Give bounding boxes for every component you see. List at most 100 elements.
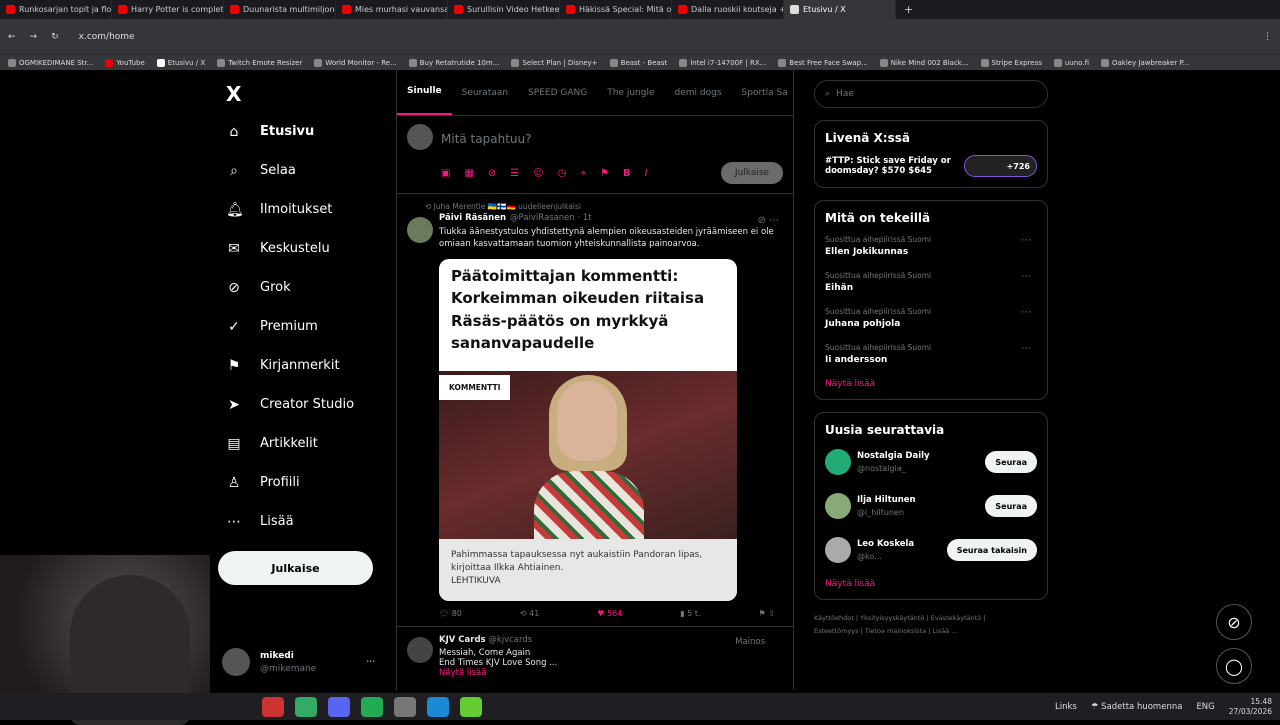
follow-suggestion[interactable]: Nostalgia Daily @nostalgia_ Seuraa bbox=[825, 447, 1037, 477]
bold-icon[interactable]: B bbox=[623, 168, 631, 179]
poll-icon[interactable]: ☰ bbox=[510, 168, 519, 179]
reload-icon[interactable]: ↻ bbox=[51, 32, 59, 42]
bookmark-item[interactable]: Best Free Face Swap... bbox=[778, 58, 868, 67]
like-button[interactable]: ♥ 564 bbox=[597, 609, 622, 618]
tab-following[interactable]: Seurataan bbox=[452, 70, 518, 115]
bookmark-item[interactable]: World Monitor - Re... bbox=[314, 58, 397, 67]
bookmark-item[interactable]: uuno.fi bbox=[1053, 58, 1089, 67]
trend-item[interactable]: Suosittua aihepiirissä Suomi Eihän ⋯ bbox=[825, 271, 1037, 293]
footer-link[interactable]: Lisää ... bbox=[932, 627, 957, 635]
more-icon[interactable]: ⋯ bbox=[1021, 343, 1031, 354]
opera-icon[interactable] bbox=[262, 696, 284, 717]
tweet[interactable]: Päivi Räsänen @PaiviRasanen · 1t ⊘ ⋯ Tiu… bbox=[397, 211, 793, 626]
forward-icon[interactable]: → bbox=[30, 32, 38, 42]
tab-list[interactable]: Sportla Sa bbox=[732, 70, 793, 115]
weather-widget[interactable]: ☂ Sadetta huomenna bbox=[1091, 702, 1183, 712]
nav-item-more[interactable]: ⋯ Lisää bbox=[218, 502, 388, 541]
bookmark-item[interactable]: Beast - Beast bbox=[609, 58, 667, 67]
bookmark-item[interactable]: Nike Mind 002 Black... bbox=[879, 58, 969, 67]
bookmark-item[interactable]: Select Plan | Disney+ bbox=[511, 58, 598, 67]
bookmark-item[interactable]: Buy Retatrutide 10m... bbox=[408, 58, 499, 67]
browser-tab[interactable]: Surullisin Video Hetkeen bbox=[448, 0, 560, 19]
compose-input[interactable]: Mitä tapahtuu? bbox=[441, 132, 531, 146]
footer-link[interactable]: Evästekäytäntö bbox=[931, 614, 982, 622]
avatar[interactable] bbox=[825, 449, 851, 475]
clock[interactable]: 15.48 27/03/2026 bbox=[1229, 697, 1272, 717]
nav-item-creator-studio[interactable]: ➤ Creator Studio bbox=[218, 385, 388, 424]
show-more-link[interactable]: Näytä lisää bbox=[825, 379, 1037, 389]
nav-item-home[interactable]: ⌂ Etusivu bbox=[218, 112, 388, 151]
tab-for-you[interactable]: Sinulle bbox=[397, 70, 452, 115]
back-icon[interactable]: ← bbox=[8, 32, 16, 42]
browser-tab[interactable]: Duunarista multimiljonää bbox=[224, 0, 336, 19]
show-more-link[interactable]: Näytä lisää bbox=[825, 579, 1037, 589]
author-name[interactable]: Päivi Räsänen bbox=[439, 213, 506, 223]
show-more-link[interactable]: Näytä lisää bbox=[439, 668, 783, 678]
avatar[interactable] bbox=[825, 493, 851, 519]
nav-item-articles[interactable]: ▤ Artikkelit bbox=[218, 424, 388, 463]
avatar[interactable] bbox=[407, 636, 433, 663]
nav-item-bookmarks[interactable]: ⚑ Kirjanmerkit bbox=[218, 346, 388, 385]
tab-list[interactable]: demi dogs bbox=[665, 70, 732, 115]
italic-icon[interactable]: I bbox=[645, 168, 648, 179]
follow-suggestion[interactable]: Leo Koskela @ko... Seuraa takaisin bbox=[825, 535, 1037, 565]
tweet-ad[interactable]: KJV Cards @kjvcards Mainos Messiah, Come… bbox=[397, 625, 793, 678]
browser-tab-active[interactable]: Etusivu / X bbox=[784, 0, 896, 19]
more-icon[interactable]: ⋯ bbox=[1021, 235, 1031, 246]
bookmark-item[interactable]: Oakley Jawbreaker P... bbox=[1100, 58, 1189, 67]
reply-button[interactable]: 💬︎ 80 bbox=[439, 609, 462, 618]
search-input[interactable]: ⌕ Hae bbox=[814, 80, 1048, 108]
nav-item-explore[interactable]: ⌕ Selaa bbox=[218, 151, 388, 190]
nav-item-premium[interactable]: ✓ Premium bbox=[218, 307, 388, 346]
language-indicator[interactable]: ENG bbox=[1196, 702, 1214, 712]
x-logo[interactable]: X bbox=[226, 82, 388, 112]
url-field[interactable]: x.com/home bbox=[79, 32, 1249, 42]
more-icon[interactable]: ⋯ bbox=[366, 657, 375, 667]
bookmark-item[interactable]: YouTube bbox=[105, 58, 145, 67]
browser-tab[interactable]: Häkissä Special: Mitä oik bbox=[560, 0, 672, 19]
app-icon[interactable] bbox=[394, 696, 416, 717]
discord-icon[interactable] bbox=[328, 696, 350, 717]
grok-icon[interactable]: ⊘ bbox=[488, 168, 496, 179]
follow-back-button[interactable]: Seuraa takaisin bbox=[946, 539, 1037, 561]
views-button[interactable]: ▮ 5 t. bbox=[680, 609, 700, 618]
bookmark-item[interactable]: Twitch Emote Resizer bbox=[217, 58, 302, 67]
account-switcher[interactable]: mikedi @mikemane ⋯ bbox=[222, 648, 375, 676]
more-icon[interactable]: ⊘ ⋯ bbox=[757, 215, 779, 226]
trend-item[interactable]: Suosittua aihepiirissä Suomi Juhana pohjo… bbox=[825, 307, 1037, 329]
footer-link[interactable]: Esteettömyys bbox=[814, 627, 859, 635]
app-icon[interactable] bbox=[295, 696, 317, 717]
link-card[interactable]: Päätoimittajan kommentti: Korkeimman oik… bbox=[439, 258, 737, 601]
footer-link[interactable]: Käyttöehdot bbox=[814, 614, 854, 622]
follow-suggestion[interactable]: Ilja Hiltunen @i_hiltunen Seuraa bbox=[825, 491, 1037, 521]
bookmark-item[interactable]: OGMIKEDIMANE Str... bbox=[8, 58, 93, 67]
trend-item[interactable]: Suosittua aihepiirissä Suomi Ellen Jokiku… bbox=[825, 235, 1037, 257]
edge-icon[interactable] bbox=[427, 696, 449, 717]
live-item[interactable]: #TTP: Stick save Friday or doomsday? $57… bbox=[825, 155, 1037, 177]
grok-fab-icon[interactable]: ⊘ bbox=[1216, 604, 1252, 640]
flag-icon[interactable]: ⚑ bbox=[600, 168, 609, 179]
app-icon[interactable] bbox=[460, 696, 482, 717]
bookmark-item[interactable]: Etusivu / X bbox=[156, 58, 205, 67]
tab-list[interactable]: SPEED GANG bbox=[518, 70, 597, 115]
browser-tab[interactable]: Runkosarjan topit ja flopit bbox=[0, 0, 112, 19]
author-name[interactable]: KJV Cards bbox=[439, 635, 486, 645]
nav-item-grok[interactable]: ⊘ Grok bbox=[218, 268, 388, 307]
more-icon[interactable]: ⋯ bbox=[1021, 271, 1031, 282]
compose-post-button[interactable]: Julkaise bbox=[721, 162, 783, 184]
avatar[interactable] bbox=[825, 537, 851, 563]
avatar[interactable] bbox=[407, 217, 433, 243]
follow-button[interactable]: Seuraa bbox=[985, 495, 1037, 517]
more-icon[interactable]: ⋯ bbox=[1021, 307, 1031, 318]
nav-item-profile[interactable]: ♙ Profiili bbox=[218, 463, 388, 502]
repost-button[interactable]: ⟲ 41 bbox=[520, 609, 539, 618]
bookmark-button[interactable]: ⚑ ⇧ bbox=[759, 609, 775, 618]
browser-tab[interactable]: Mies murhasi vauvansa bbox=[336, 0, 448, 19]
schedule-icon[interactable]: ◷ bbox=[558, 168, 567, 179]
gif-icon[interactable]: ▦ bbox=[464, 168, 473, 179]
trend-item[interactable]: Suosittua aihepiirissä Suomi Ii andersson… bbox=[825, 343, 1037, 365]
footer-link[interactable]: Tietoa mainoksista bbox=[865, 627, 926, 635]
browser-tab[interactable]: Dalla ruoskii koutseja + K bbox=[672, 0, 784, 19]
new-tab-button[interactable]: + bbox=[896, 3, 921, 16]
post-button[interactable]: Julkaise bbox=[218, 551, 373, 585]
